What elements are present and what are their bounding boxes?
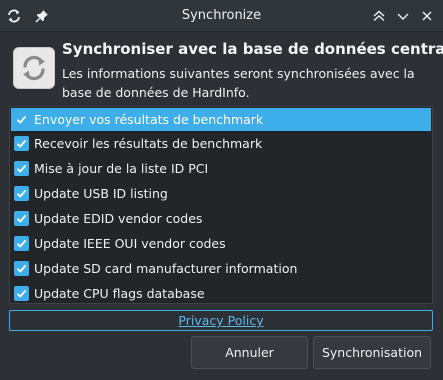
dialog-subtitle: Les informations suivantes seront synchr… xyxy=(62,66,415,100)
list-item-label: Update IEEE OUI vendor codes xyxy=(34,236,226,251)
dialog-title: Synchroniser avec la base de données cen… xyxy=(62,40,443,58)
dialog-header: Synchroniser avec la base de données cen… xyxy=(10,40,443,102)
list-item-label: Update USB ID listing xyxy=(34,186,168,201)
list-item-label: Envoyer vos résultats de benchmark xyxy=(34,112,264,127)
minimize-icon[interactable] xyxy=(393,6,413,26)
privacy-policy-link[interactable]: Privacy Policy xyxy=(9,310,433,331)
list-item-label: Update CPU flags database xyxy=(34,286,205,301)
list-item[interactable]: Update SD card manufacturer information xyxy=(10,256,432,281)
synchronize-dialog: Synchronize Synchroniser avec la base de… xyxy=(0,0,443,380)
list-item-label: Mise à jour de la liste ID PCI xyxy=(34,161,209,176)
checkbox[interactable] xyxy=(14,286,29,301)
checkbox[interactable] xyxy=(14,261,29,276)
list-item[interactable]: Update IEEE OUI vendor codes xyxy=(10,231,432,256)
list-item-label: Update EDID vendor codes xyxy=(34,211,203,226)
sync-options-list[interactable]: Envoyer vos résultats de benchmark Recevo… xyxy=(9,106,433,304)
privacy-policy-label[interactable]: Privacy Policy xyxy=(178,313,263,328)
cancel-button[interactable]: Annuler xyxy=(191,336,308,369)
list-item[interactable]: Update EDID vendor codes xyxy=(10,206,432,231)
checkbox[interactable] xyxy=(14,186,29,201)
checkbox[interactable] xyxy=(14,211,29,226)
list-item[interactable]: Update CPU flags database xyxy=(10,281,432,303)
list-item[interactable]: Update USB ID listing xyxy=(10,181,432,206)
list-item-label: Recevoir les résultats de benchmark xyxy=(34,136,263,151)
sync-app-icon xyxy=(13,47,55,89)
checkbox[interactable] xyxy=(14,236,29,251)
list-item[interactable]: Recevoir les résultats de benchmark xyxy=(10,131,432,156)
list-item[interactable]: Mise à jour de la liste ID PCI xyxy=(10,156,432,181)
synchronize-button[interactable]: Synchronisation xyxy=(313,336,431,369)
list-item-label: Update SD card manufacturer information xyxy=(34,261,298,276)
checkbox[interactable] xyxy=(14,112,29,127)
checkbox[interactable] xyxy=(14,161,29,176)
keep-above-icon[interactable] xyxy=(369,6,389,26)
close-icon[interactable] xyxy=(417,6,437,26)
title-bar[interactable]: Synchronize xyxy=(0,0,443,32)
checkbox[interactable] xyxy=(14,136,29,151)
list-item[interactable]: Envoyer vos résultats de benchmark xyxy=(11,108,431,131)
window-controls xyxy=(369,6,437,26)
